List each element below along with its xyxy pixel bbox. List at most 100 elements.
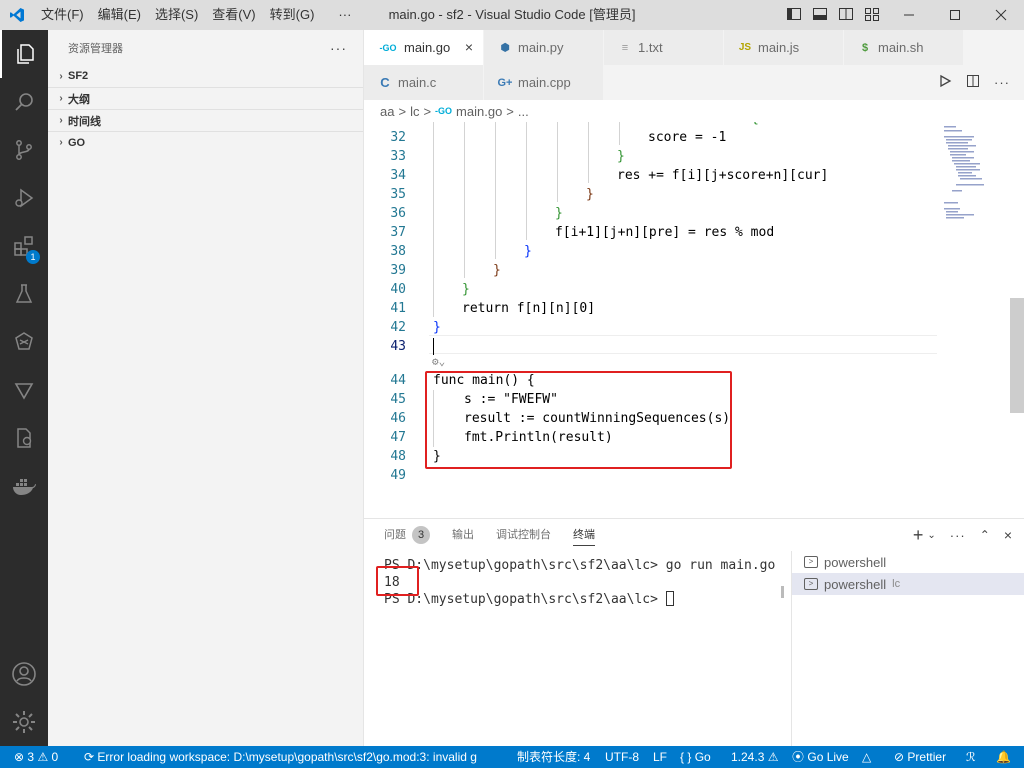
search-icon[interactable] — [0, 78, 48, 126]
section-outline[interactable]: › 大纲 — [48, 87, 363, 109]
terminal-line: PS D:\mysetup\gopath\src\sf2\aa\lc> go r… — [384, 558, 776, 573]
close-window-icon[interactable] — [978, 0, 1024, 30]
activity-bar: 1 — [0, 30, 48, 746]
tab-debug-console[interactable]: 调试控制台 — [496, 519, 551, 551]
section-go[interactable]: › GO — [48, 131, 363, 153]
settings-gear-icon[interactable] — [0, 698, 48, 746]
notifications-bell-icon[interactable]: 🔔 — [996, 746, 1011, 768]
language-status[interactable]: { } Go — [680, 746, 711, 768]
breadcrumb-item[interactable]: ... — [518, 104, 529, 119]
code-line: 43 — [364, 337, 944, 356]
maximize-icon[interactable] — [932, 0, 978, 30]
minimap[interactable] — [936, 122, 1006, 232]
new-terminal-icon[interactable]: + — [913, 525, 924, 546]
go-icon: -GO — [379, 42, 397, 53]
code-editor[interactable]: { 32score = -1 33} 34res += f[i][j+score… — [364, 122, 1024, 518]
editor-scrollbar[interactable] — [1010, 298, 1024, 413]
code-line: 33} — [390, 149, 625, 164]
terminal-output[interactable]: PS D:\mysetup\gopath\src\sf2\aa\lc> go r… — [384, 557, 784, 608]
tab-main-cpp[interactable]: G+ main.cpp — [484, 65, 604, 100]
go-version-status[interactable]: 1.24.3 ⚠ — [731, 746, 778, 768]
menu-view[interactable]: 查看(V) — [205, 0, 262, 30]
terminal-item[interactable]: > powershell lc — [792, 573, 1024, 595]
terminal-item[interactable]: > powershell — [792, 551, 1024, 573]
terminal-scrollbar[interactable] — [781, 586, 784, 598]
tab-main-js[interactable]: JS main.js — [724, 30, 844, 65]
breadcrumb-item[interactable]: lc — [410, 104, 419, 119]
tab-terminal[interactable]: 终端 — [573, 519, 595, 551]
breadcrumb-separator: > — [423, 103, 432, 119]
annotation-highlight-box — [425, 371, 732, 469]
tab-main-go[interactable]: -GO main.go × — [364, 30, 484, 65]
tab-output[interactable]: 输出 — [452, 519, 474, 551]
tab-main-c[interactable]: C main.c — [364, 65, 484, 100]
account-icon[interactable] — [0, 650, 48, 698]
gitlens-icon[interactable] — [0, 366, 48, 414]
explorer-icon[interactable] — [0, 30, 48, 78]
section-label: GO — [68, 136, 86, 149]
tab-label: main.js — [758, 40, 800, 55]
editor-tabs-row-1: -GO main.go × ⬢ main.py ≡ 1.txt JS main.… — [364, 30, 1024, 65]
encoding-status[interactable]: UTF-8 — [605, 746, 639, 768]
tab-problems[interactable]: 问题 3 — [384, 519, 430, 551]
run-debug-icon[interactable] — [0, 174, 48, 222]
close-panel-icon[interactable]: × — [1004, 527, 1012, 543]
menu-edit[interactable]: 编辑(E) — [91, 0, 148, 30]
eol-status[interactable]: LF — [653, 746, 667, 768]
menu-file[interactable]: 文件(F) — [34, 0, 91, 30]
tab-main-sh[interactable]: $ main.sh — [844, 30, 964, 65]
terminal-line: PS D:\mysetup\gopath\src\sf2\aa\lc> — [384, 591, 784, 608]
menu-go[interactable]: 转到(G) — [263, 0, 322, 30]
tab-1-txt[interactable]: ≡ 1.txt — [604, 30, 724, 65]
chevron-right-icon: › — [59, 137, 63, 148]
indent-status[interactable]: 制表符长度: 4 — [517, 746, 590, 768]
docker-icon[interactable] — [0, 462, 48, 510]
breadcrumb-item[interactable]: aa — [380, 104, 394, 119]
codelens-icon[interactable]: ⚙⌄ — [432, 355, 445, 368]
customize-layout-icon[interactable] — [864, 6, 880, 25]
check-icon: ⊘ — [894, 750, 905, 764]
more-actions-icon[interactable]: ··· — [994, 75, 1010, 90]
bottom-panel: 问题 3 输出 调试控制台 终端 + ⌄ ··· ⌃ × PS D:\mysetu… — [364, 518, 1024, 747]
workspace-error-message[interactable]: ⟳ Error loading workspace: D:\mysetup\go… — [84, 746, 484, 768]
toggle-sidebar-icon[interactable] — [786, 6, 802, 25]
accounts-icon[interactable]: ℛ — [966, 746, 976, 768]
tab-main-py[interactable]: ⬢ main.py — [484, 30, 604, 65]
go-live-status[interactable]: ⦿ Go Live — [792, 746, 849, 768]
more-actions-icon[interactable]: ··· — [330, 40, 347, 56]
tab-label: main.cpp — [518, 75, 571, 90]
tab-label: 1.txt — [638, 40, 663, 55]
chevron-down-icon[interactable]: ⌄ — [927, 530, 935, 541]
run-icon[interactable] — [938, 74, 952, 91]
menu-more[interactable]: ··· — [331, 0, 358, 30]
code-line: 40} — [390, 282, 470, 297]
terminal-cursor — [665, 591, 674, 606]
text-cursor — [433, 338, 434, 355]
breadcrumb-item[interactable]: main.go — [456, 104, 502, 119]
remote-icon[interactable]: △ — [862, 746, 871, 768]
more-actions-icon[interactable]: ··· — [950, 528, 966, 543]
extensions-icon[interactable]: 1 — [0, 222, 48, 270]
toggle-secondary-sidebar-icon[interactable] — [838, 6, 854, 25]
source-control-icon[interactable] — [0, 126, 48, 174]
menu-selection[interactable]: 选择(S) — [148, 0, 205, 30]
testing-icon[interactable] — [0, 270, 48, 318]
split-editor-icon[interactable] — [966, 74, 980, 91]
chevron-right-icon: › — [59, 70, 63, 82]
section-sf2[interactable]: › SF2 — [48, 65, 363, 87]
code-line: 39} — [390, 263, 501, 278]
toggle-panel-icon[interactable] — [812, 6, 828, 25]
braces-icon: { } — [680, 750, 692, 764]
copilot-icon[interactable] — [0, 414, 48, 462]
section-timeline[interactable]: › 时间线 — [48, 109, 363, 131]
remote-explorer-icon[interactable] — [0, 318, 48, 366]
close-icon[interactable]: × — [465, 39, 473, 55]
problems-status[interactable]: ⊗ 3 ⚠ 0 — [14, 746, 58, 768]
minimize-icon[interactable] — [886, 0, 932, 30]
prettier-status[interactable]: ⊘ Prettier — [894, 746, 946, 768]
error-icon: ⊗ — [14, 750, 25, 764]
title-bar: 文件(F) 编辑(E) 选择(S) 查看(V) 转到(G) ··· main.g… — [0, 0, 1024, 30]
text-file-icon: ≡ — [621, 41, 629, 54]
maximize-panel-icon[interactable]: ⌃ — [980, 528, 990, 542]
chevron-right-icon: › — [59, 115, 63, 126]
